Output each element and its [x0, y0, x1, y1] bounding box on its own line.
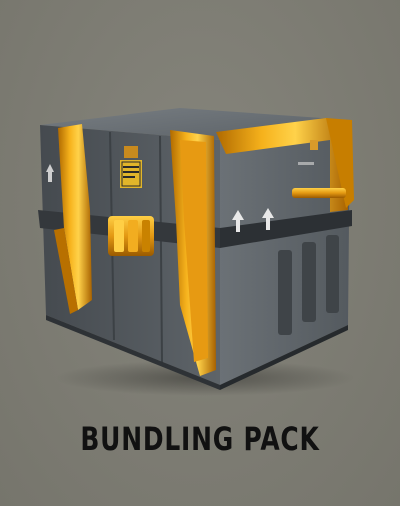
crate-icon: [38, 108, 355, 396]
item-title: BUNDLING PACK: [80, 420, 320, 458]
bundling-pack-card[interactable]: BUNDLING PACK: [0, 0, 400, 506]
